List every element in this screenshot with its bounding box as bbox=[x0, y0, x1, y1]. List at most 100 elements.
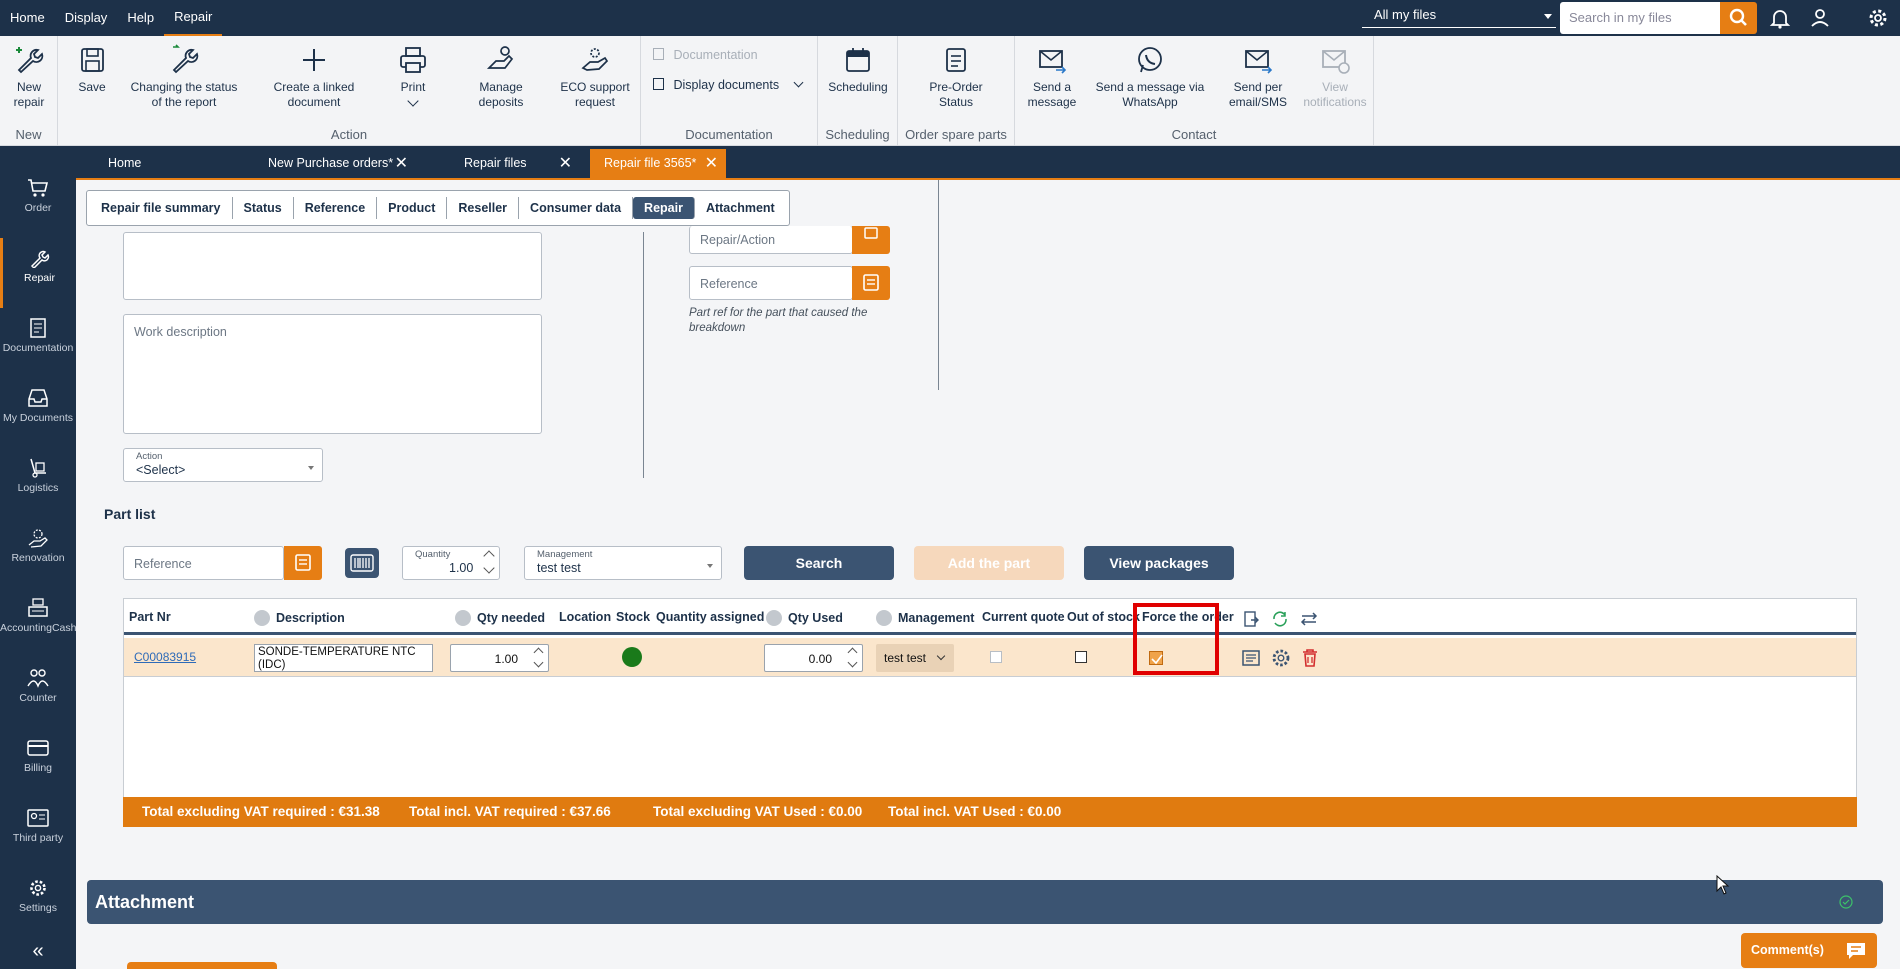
sidebar-item-billing[interactable]: Billing bbox=[0, 728, 76, 798]
col-current-quote[interactable]: Current quote bbox=[982, 610, 1065, 624]
display-documents-button[interactable]: Display documents bbox=[653, 77, 804, 92]
out-of-stock-checkbox[interactable] bbox=[1075, 651, 1087, 663]
tab-status[interactable]: Status bbox=[233, 197, 294, 219]
doc-tab-home[interactable]: Home bbox=[94, 149, 214, 178]
table-row[interactable]: C00083915 SONDE-TEMPERATURE NTC (IDC) 1.… bbox=[124, 638, 1856, 677]
doc-tab-repair-files[interactable]: Repair files ✕ bbox=[450, 149, 580, 178]
print-button[interactable]: Print bbox=[388, 44, 438, 107]
col-qty-used[interactable]: Qty Used bbox=[766, 610, 843, 626]
export-icon[interactable] bbox=[1242, 610, 1260, 628]
menu-repair[interactable]: Repair bbox=[164, 0, 223, 36]
refresh-icon[interactable] bbox=[1271, 610, 1289, 628]
part-reference-lookup-button[interactable] bbox=[284, 546, 322, 580]
chevron-up-icon[interactable] bbox=[847, 647, 858, 658]
search-part-button[interactable]: Search bbox=[744, 546, 894, 580]
send-whatsapp-button[interactable]: Send a message via WhatsApp bbox=[1087, 44, 1213, 110]
chevron-up-icon[interactable] bbox=[533, 647, 544, 658]
row-management-select[interactable]: test test bbox=[876, 644, 954, 672]
tab-repair[interactable]: Repair bbox=[633, 197, 695, 219]
files-filter-select[interactable]: All my files bbox=[1362, 4, 1556, 28]
add-attachment-button[interactable] bbox=[127, 962, 277, 969]
reference-lookup-button[interactable] bbox=[852, 266, 890, 300]
search-input[interactable]: Search in my files bbox=[1560, 2, 1720, 34]
chevron-up-icon[interactable] bbox=[483, 550, 495, 562]
scheduling-button[interactable]: Scheduling bbox=[822, 44, 894, 95]
sidebar-item-accountingcash[interactable]: AccountingCash bbox=[0, 588, 76, 658]
col-location[interactable]: Location bbox=[559, 610, 611, 624]
menu-help[interactable]: Help bbox=[117, 0, 164, 36]
add-part-button[interactable]: Add the part bbox=[914, 546, 1064, 580]
comments-button[interactable]: Comment(s) bbox=[1741, 933, 1877, 968]
qty-needed-stepper[interactable]: 1.00 bbox=[450, 644, 549, 672]
tab-reseller[interactable]: Reseller bbox=[447, 197, 520, 219]
sidebar-item-third-party[interactable]: Third party bbox=[0, 798, 76, 868]
sidebar-item-order[interactable]: Order bbox=[0, 168, 76, 238]
swap-icon[interactable] bbox=[1300, 610, 1318, 628]
tab-repair-file-summary[interactable]: Repair file summary bbox=[90, 197, 233, 219]
chevron-down-icon[interactable] bbox=[533, 657, 544, 668]
preorder-status-button[interactable]: Pre-Order Status bbox=[912, 44, 1000, 110]
management-select[interactable]: Management test test bbox=[524, 546, 722, 580]
new-repair-button[interactable]: New repair bbox=[4, 44, 54, 110]
sidebar-item-my-documents[interactable]: My Documents bbox=[0, 378, 76, 448]
create-linked-button[interactable]: Create a linked document bbox=[256, 44, 372, 110]
part-nr-link[interactable]: C00083915 bbox=[134, 650, 196, 664]
menu-home[interactable]: Home bbox=[0, 0, 55, 36]
action-select[interactable]: Action <Select> bbox=[123, 448, 323, 482]
current-quote-checkbox[interactable] bbox=[990, 651, 1002, 663]
attachment-section-header[interactable]: Attachment bbox=[87, 880, 1883, 924]
send-email-sms-button[interactable]: Send per email/SMS bbox=[1221, 44, 1295, 110]
close-icon[interactable]: ✕ bbox=[705, 149, 718, 178]
chevron-down-icon[interactable] bbox=[483, 562, 495, 574]
details-icon[interactable] bbox=[1241, 649, 1261, 667]
sidebar-item-documentation[interactable]: Documentation bbox=[0, 308, 76, 378]
col-description[interactable]: Description bbox=[254, 610, 345, 626]
col-stock[interactable]: Stock bbox=[616, 610, 650, 624]
collapse-sidebar-button[interactable]: « bbox=[0, 940, 76, 963]
trash-icon[interactable] bbox=[1301, 648, 1319, 668]
col-part-nr[interactable]: Part Nr bbox=[129, 610, 171, 624]
sidebar-item-renovation[interactable]: Renovation bbox=[0, 518, 76, 588]
col-quantity-assigned[interactable]: Quantity assigned bbox=[656, 610, 764, 624]
gear-icon[interactable] bbox=[1866, 6, 1890, 30]
documentation-button[interactable]: Documentation bbox=[653, 48, 758, 62]
save-button[interactable]: Save bbox=[72, 44, 112, 95]
change-status-button[interactable]: Changing the status of the report bbox=[124, 44, 244, 110]
sidebar-item-settings[interactable]: Settings bbox=[0, 868, 76, 938]
menu-display[interactable]: Display bbox=[55, 0, 118, 36]
notes-textarea[interactable] bbox=[123, 232, 542, 300]
repair-action-lookup-button[interactable] bbox=[852, 226, 890, 254]
tab-reference[interactable]: Reference bbox=[294, 197, 378, 219]
reference-input[interactable]: Reference bbox=[689, 266, 853, 300]
col-qty-needed[interactable]: Qty needed bbox=[455, 610, 545, 626]
chevron-down-icon[interactable] bbox=[847, 657, 858, 668]
view-notifications-button[interactable]: View notifications bbox=[1297, 44, 1373, 110]
view-packages-button[interactable]: View packages bbox=[1084, 546, 1234, 580]
qty-used-stepper[interactable]: 0.00 bbox=[764, 644, 863, 672]
eco-support-button[interactable]: ECO support request bbox=[550, 44, 640, 110]
manage-deposits-button[interactable]: Manage deposits bbox=[458, 44, 544, 110]
sidebar-item-logistics[interactable]: Logistics bbox=[0, 448, 76, 518]
settings-gear-icon[interactable] bbox=[1270, 647, 1292, 669]
doc-tab-new-purchase-orders[interactable]: New Purchase orders* ✕ bbox=[254, 149, 416, 178]
barcode-scan-button[interactable] bbox=[345, 548, 379, 578]
sidebar-item-repair[interactable]: Repair bbox=[0, 238, 76, 308]
doc-tab-repair-file-3565[interactable]: Repair file 3565* ✕ bbox=[590, 149, 726, 178]
close-icon[interactable]: ✕ bbox=[395, 149, 408, 178]
tab-attachment[interactable]: Attachment bbox=[695, 197, 786, 219]
search-button[interactable] bbox=[1720, 2, 1757, 34]
part-reference-input[interactable]: Reference bbox=[123, 546, 284, 580]
col-management[interactable]: Management bbox=[876, 610, 974, 626]
sidebar-item-counter[interactable]: Counter bbox=[0, 658, 76, 728]
repair-action-input[interactable]: Repair/Action bbox=[689, 226, 853, 254]
close-icon[interactable]: ✕ bbox=[559, 149, 572, 178]
work-description-textarea[interactable]: Work description bbox=[123, 314, 542, 434]
description-input[interactable]: SONDE-TEMPERATURE NTC (IDC) bbox=[254, 644, 433, 672]
tab-consumer-data[interactable]: Consumer data bbox=[519, 197, 634, 219]
send-message-button[interactable]: Send a message bbox=[1019, 44, 1085, 110]
bell-icon[interactable] bbox=[1768, 6, 1792, 30]
quantity-stepper[interactable]: Quantity 1.00 bbox=[402, 546, 500, 580]
user-icon[interactable] bbox=[1808, 6, 1832, 30]
tab-product[interactable]: Product bbox=[377, 197, 448, 219]
col-out-of-stock[interactable]: Out of stock bbox=[1067, 610, 1140, 624]
